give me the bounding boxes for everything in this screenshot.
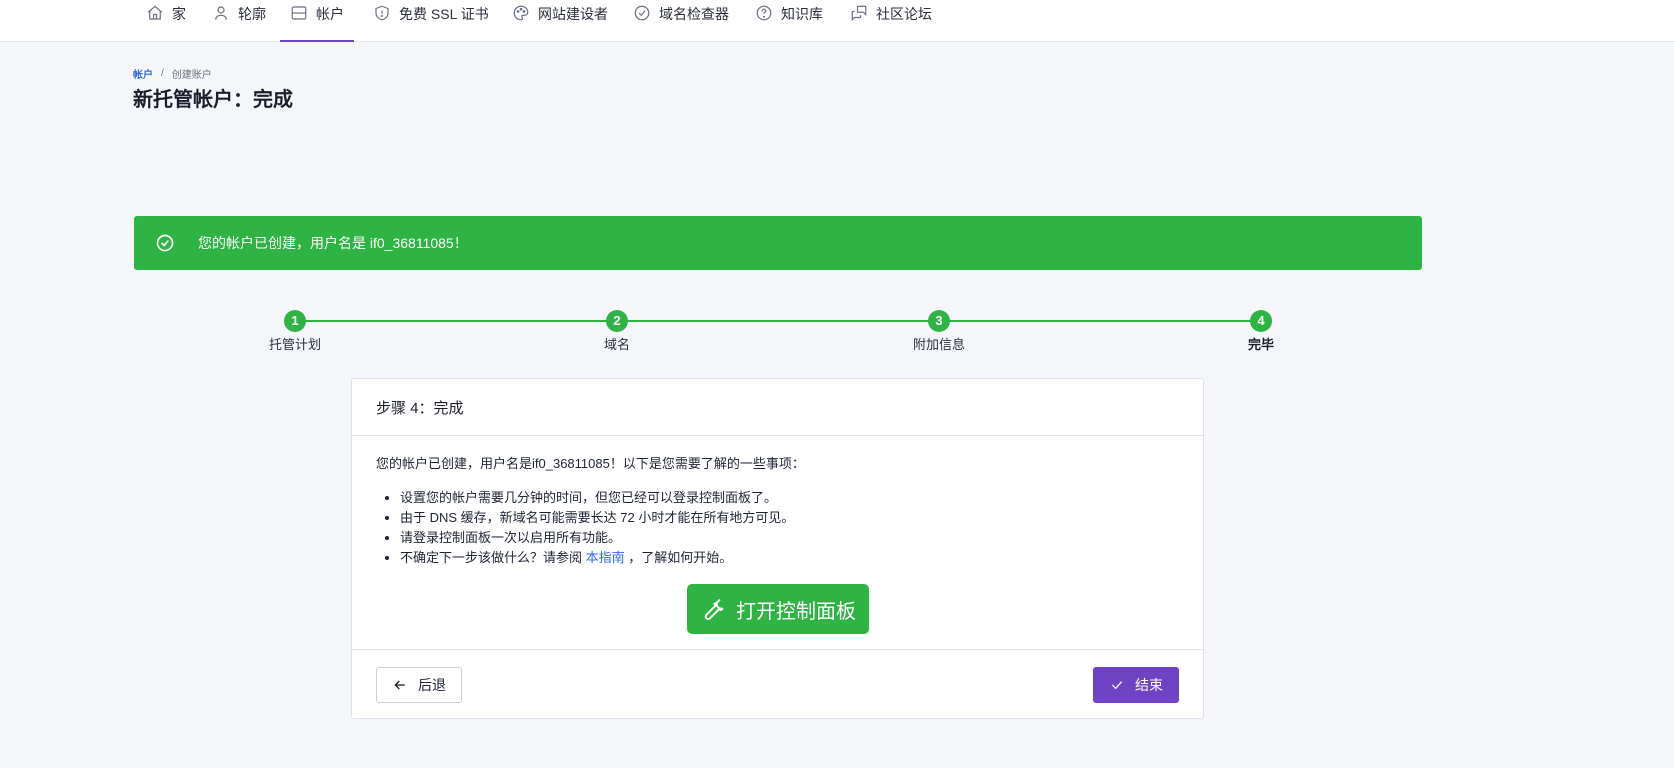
open-control-panel-button[interactable]: 打开控制面板 xyxy=(687,584,869,634)
step-domain: 2 域名 xyxy=(567,310,667,353)
info-list: 设置您的帐户需要几分钟的时间，但您已经可以登录控制面板了。 由于 DNS 缓存，… xyxy=(376,488,1179,568)
nav-item-label: 家 xyxy=(172,6,186,22)
breadcrumb-current: 创建账户 xyxy=(171,70,212,81)
step-label: 完毕 xyxy=(1247,337,1274,352)
back-button[interactable]: 后退 xyxy=(376,667,462,703)
nav-item-label: 域名检查器 xyxy=(659,6,729,22)
step-number: 1 xyxy=(284,310,306,332)
home-icon xyxy=(146,4,164,22)
nav-item-label: 轮廓 xyxy=(238,6,266,22)
card-header: 步骤 4：完成 xyxy=(352,379,1203,436)
shield-icon xyxy=(373,4,391,22)
nav-item-label: 社区论坛 xyxy=(876,6,932,22)
completion-card: 步骤 4：完成 您的帐户已创建，用户名是if0_36811085！以下是您需要了… xyxy=(351,378,1204,719)
step-number: 2 xyxy=(606,310,628,332)
step-hosting-plan: 1 托管计划 xyxy=(245,310,345,353)
list-item: 不确定下一步该做什么？请参阅 本指南 ，了解如何开始。 xyxy=(400,548,1179,568)
step-number: 4 xyxy=(1250,310,1272,332)
page-title: 新托管帐户：完成 xyxy=(133,89,293,111)
success-alert: 您的帐户已创建，用户名是 if0_36811085！ xyxy=(134,216,1422,270)
nav-item-label: 网站建设者 xyxy=(538,6,608,22)
user-icon xyxy=(212,4,230,22)
intro-text: 您的帐户已创建，用户名是if0_36811085！以下是您需要了解的一些事项： xyxy=(376,456,805,471)
list-item: 由于 DNS 缓存，新域名可能需要长达 72 小时才能在所有地方可见。 xyxy=(400,508,1179,528)
open-control-panel-label: 打开控制面板 xyxy=(736,600,856,623)
palette-icon xyxy=(512,4,530,22)
breadcrumb: 帐户 / 创建账户 xyxy=(133,66,212,81)
alert-message: 您的帐户已创建，用户名是 if0_36811085！ xyxy=(198,235,468,251)
nav-item-label: 免费 SSL 证书 xyxy=(399,6,489,22)
wrench-icon xyxy=(700,595,728,623)
stepper-progress-line xyxy=(295,320,1260,322)
list-item-text: ，了解如何开始。 xyxy=(628,550,733,565)
nav-item-site-builder[interactable]: 网站建设者 xyxy=(512,0,608,42)
step-label: 域名 xyxy=(603,337,630,352)
nav-item-domain-checker[interactable]: 域名检查器 xyxy=(633,0,729,42)
card-body: 您的帐户已创建，用户名是if0_36811085！以下是您需要了解的一些事项： … xyxy=(352,436,1203,568)
nav-item-free-ssl[interactable]: 免费 SSL 证书 xyxy=(373,0,489,42)
nav-item-knowledge-base[interactable]: 知识库 xyxy=(755,0,823,42)
step-label: 附加信息 xyxy=(912,337,965,352)
arrow-left-icon xyxy=(392,677,408,693)
nav-item-accounts[interactable]: 帐户 xyxy=(280,0,354,42)
guide-link[interactable]: 本指南 xyxy=(586,550,625,565)
list-item: 设置您的帐户需要几分钟的时间，但您已经可以登录控制面板了。 xyxy=(400,488,1179,508)
check-circle-icon xyxy=(633,4,651,22)
breadcrumb-separator: / xyxy=(161,68,164,79)
nav-item-label: 帐户 xyxy=(316,6,344,22)
step-additional-info: 3 附加信息 xyxy=(889,310,989,353)
breadcrumb-link-accounts[interactable]: 帐户 xyxy=(133,66,153,81)
check-circle-icon xyxy=(155,233,175,253)
finish-button[interactable]: 结束 xyxy=(1093,667,1179,703)
messages-icon xyxy=(850,4,868,22)
nav-item-community-forum[interactable]: 社区论坛 xyxy=(850,0,932,42)
list-item-text: 不确定下一步该做什么？请参阅 xyxy=(400,550,583,565)
step-number: 3 xyxy=(928,310,950,332)
check-icon xyxy=(1109,677,1125,693)
step-label: 托管计划 xyxy=(268,337,321,352)
step-finish: 4 完毕 xyxy=(1211,310,1311,353)
nav-item-home[interactable]: 家 xyxy=(146,0,186,42)
back-label: 后退 xyxy=(418,677,446,693)
server-icon xyxy=(290,4,308,22)
card-footer: 后退 结束 xyxy=(352,649,1203,719)
nav-item-label: 知识库 xyxy=(781,6,823,22)
finish-label: 结束 xyxy=(1135,677,1163,693)
list-item: 请登录控制面板一次以启用所有功能。 xyxy=(400,528,1179,548)
top-navigation: 家 轮廓 帐户 免费 SSL 证书 网站建设者 域名检查器 知识库 社区论坛 xyxy=(0,0,1674,42)
nav-item-profile[interactable]: 轮廓 xyxy=(212,0,266,42)
help-circle-icon xyxy=(755,4,773,22)
